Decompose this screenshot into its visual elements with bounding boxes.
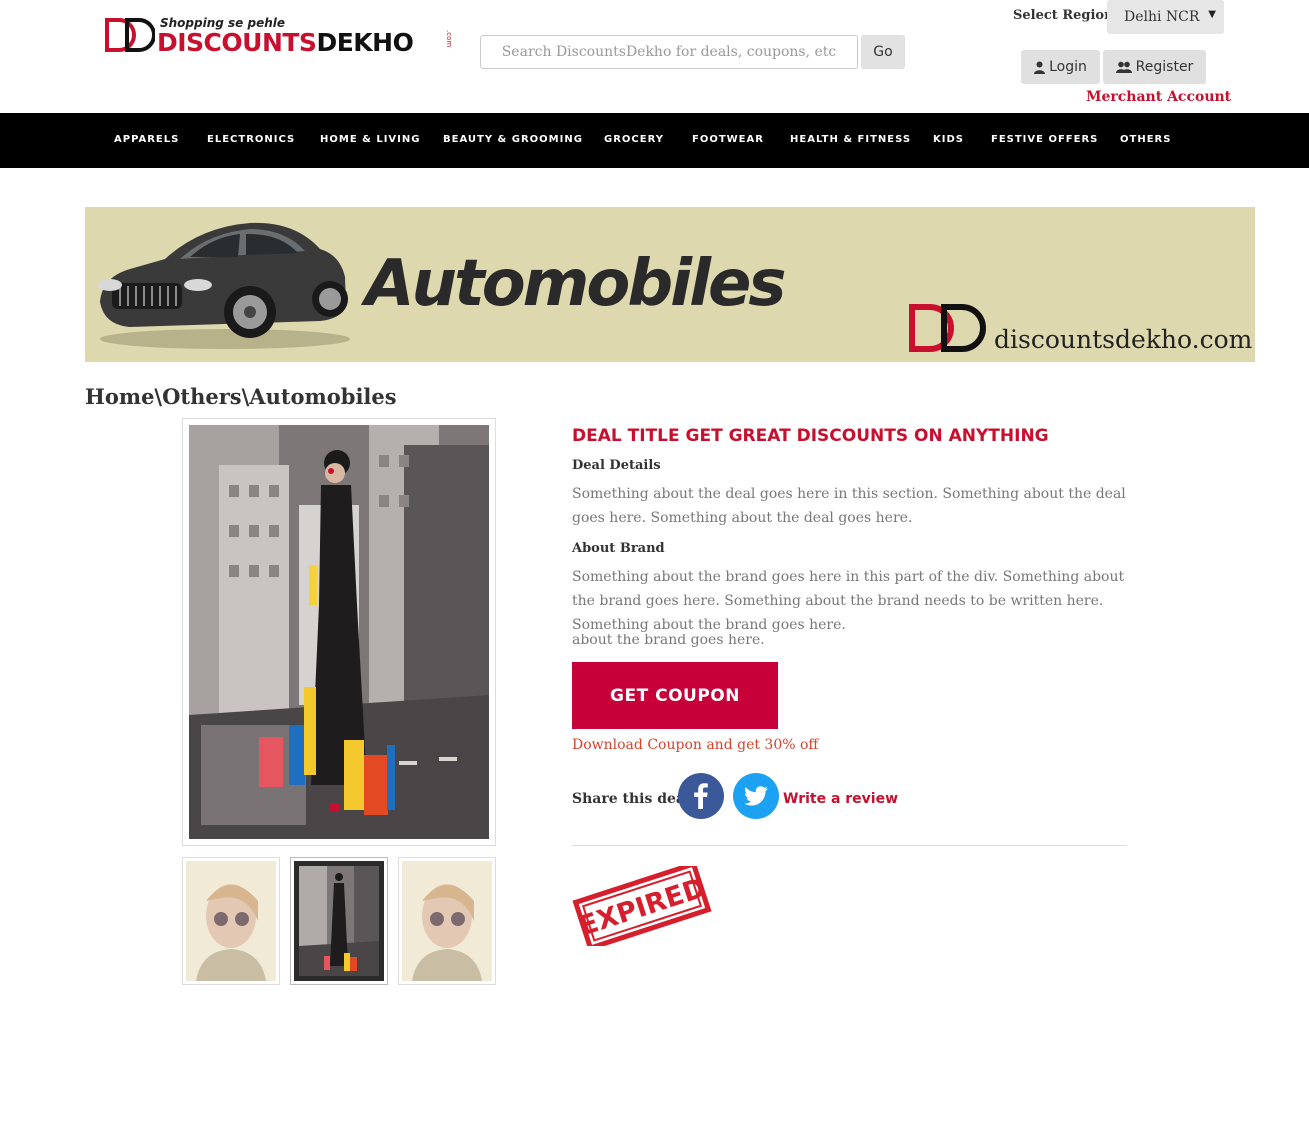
logo-wordmark: DISCOUNTSDEKHO: [157, 28, 414, 57]
region-label: Select Region: [1013, 8, 1114, 23]
banner-dd-logo: [909, 304, 986, 352]
login-button[interactable]: Login: [1021, 50, 1100, 84]
logo-word-red: DISCOUNTS: [157, 28, 317, 57]
woman-sunglasses-thumbnail: [402, 861, 492, 981]
coupon-note: Download Coupon and get 30% off: [572, 737, 819, 753]
logo-word-black: DEKHO: [316, 28, 414, 57]
shopping-woman-street-photo: [189, 425, 489, 839]
about-brand-label: About Brand: [572, 541, 665, 556]
deal-details-text: Something about the deal goes here in th…: [572, 486, 1126, 526]
nav-item-health-fitness[interactable]: HEALTH & FITNESS: [790, 134, 911, 145]
logo-dd-mark: [105, 18, 155, 52]
nav-item-electronics[interactable]: ELECTRONICS: [207, 134, 295, 145]
nav-item-beauty-grooming[interactable]: BEAUTY & GROOMING: [443, 134, 583, 145]
users-icon: [1115, 61, 1132, 73]
deal-main-image[interactable]: [182, 418, 496, 846]
banner-site-name: discountsdekho.com: [994, 325, 1253, 354]
site-logo[interactable]: Shopping se pehle DISCOUNTSDEKHO .com: [105, 16, 455, 58]
register-button[interactable]: Register: [1103, 50, 1206, 84]
chevron-down-icon: ▼: [1208, 9, 1216, 20]
about-brand-overflow-text: about the brand goes here.: [572, 634, 872, 647]
category-nav: APPARELS ELECTRONICS HOME & LIVING BEAUT…: [0, 113, 1309, 168]
search-go-button[interactable]: Go: [861, 35, 905, 69]
about-brand-text: Something about the brand goes here in t…: [572, 569, 1125, 633]
search-input[interactable]: [480, 35, 858, 69]
about-brand-overflow-line: about the brand goes here.: [572, 634, 765, 647]
banner-title: Automobiles: [365, 247, 786, 321]
logo-com: .com: [445, 30, 453, 48]
breadcrumb[interactable]: Home\Others\Automobiles: [85, 384, 397, 409]
woman-sunglasses-thumbnail: [186, 861, 276, 981]
nav-item-grocery[interactable]: GROCERY: [604, 134, 664, 145]
category-banner: Automobiles discountsdekho.com: [85, 207, 1255, 362]
nav-item-apparels[interactable]: APPARELS: [114, 134, 179, 145]
section-divider: [572, 845, 1127, 846]
login-label: Login: [1049, 59, 1087, 75]
twitter-share-button[interactable]: [733, 773, 779, 819]
expired-stamp: EXPIRED: [572, 866, 712, 946]
nav-item-kids[interactable]: KIDS: [933, 134, 964, 145]
facebook-share-button[interactable]: [678, 773, 724, 819]
get-coupon-button[interactable]: GET COUPON: [572, 662, 778, 729]
thumbnail-3[interactable]: [398, 857, 496, 985]
user-icon: [1034, 61, 1046, 74]
twitter-icon: [744, 786, 768, 806]
region-selected-value: Delhi NCR: [1124, 9, 1200, 25]
nav-item-others[interactable]: OTHERS: [1120, 134, 1171, 145]
share-label: Share this deal:: [572, 791, 696, 807]
merchant-account-link[interactable]: Merchant Account: [1086, 89, 1231, 105]
nav-item-festive-offers[interactable]: FESTIVE OFFERS: [991, 134, 1098, 145]
car-illustration: [98, 222, 350, 349]
thumbnail-1[interactable]: [182, 857, 280, 985]
region-select[interactable]: Delhi NCR ▼: [1107, 0, 1224, 34]
nav-item-home-living[interactable]: HOME & LIVING: [320, 134, 420, 145]
write-review-link[interactable]: Write a review: [783, 791, 898, 807]
deal-details-label: Deal Details: [572, 458, 661, 473]
thumbnail-2[interactable]: [290, 857, 388, 985]
nav-item-footwear[interactable]: FOOTWEAR: [692, 134, 764, 145]
facebook-icon: [694, 783, 708, 809]
register-label: Register: [1135, 59, 1194, 75]
deal-title: DEAL TITLE GET GREAT DISCOUNTS ON ANYTHI…: [572, 426, 1049, 446]
shopping-woman-thumbnail: [294, 861, 384, 981]
